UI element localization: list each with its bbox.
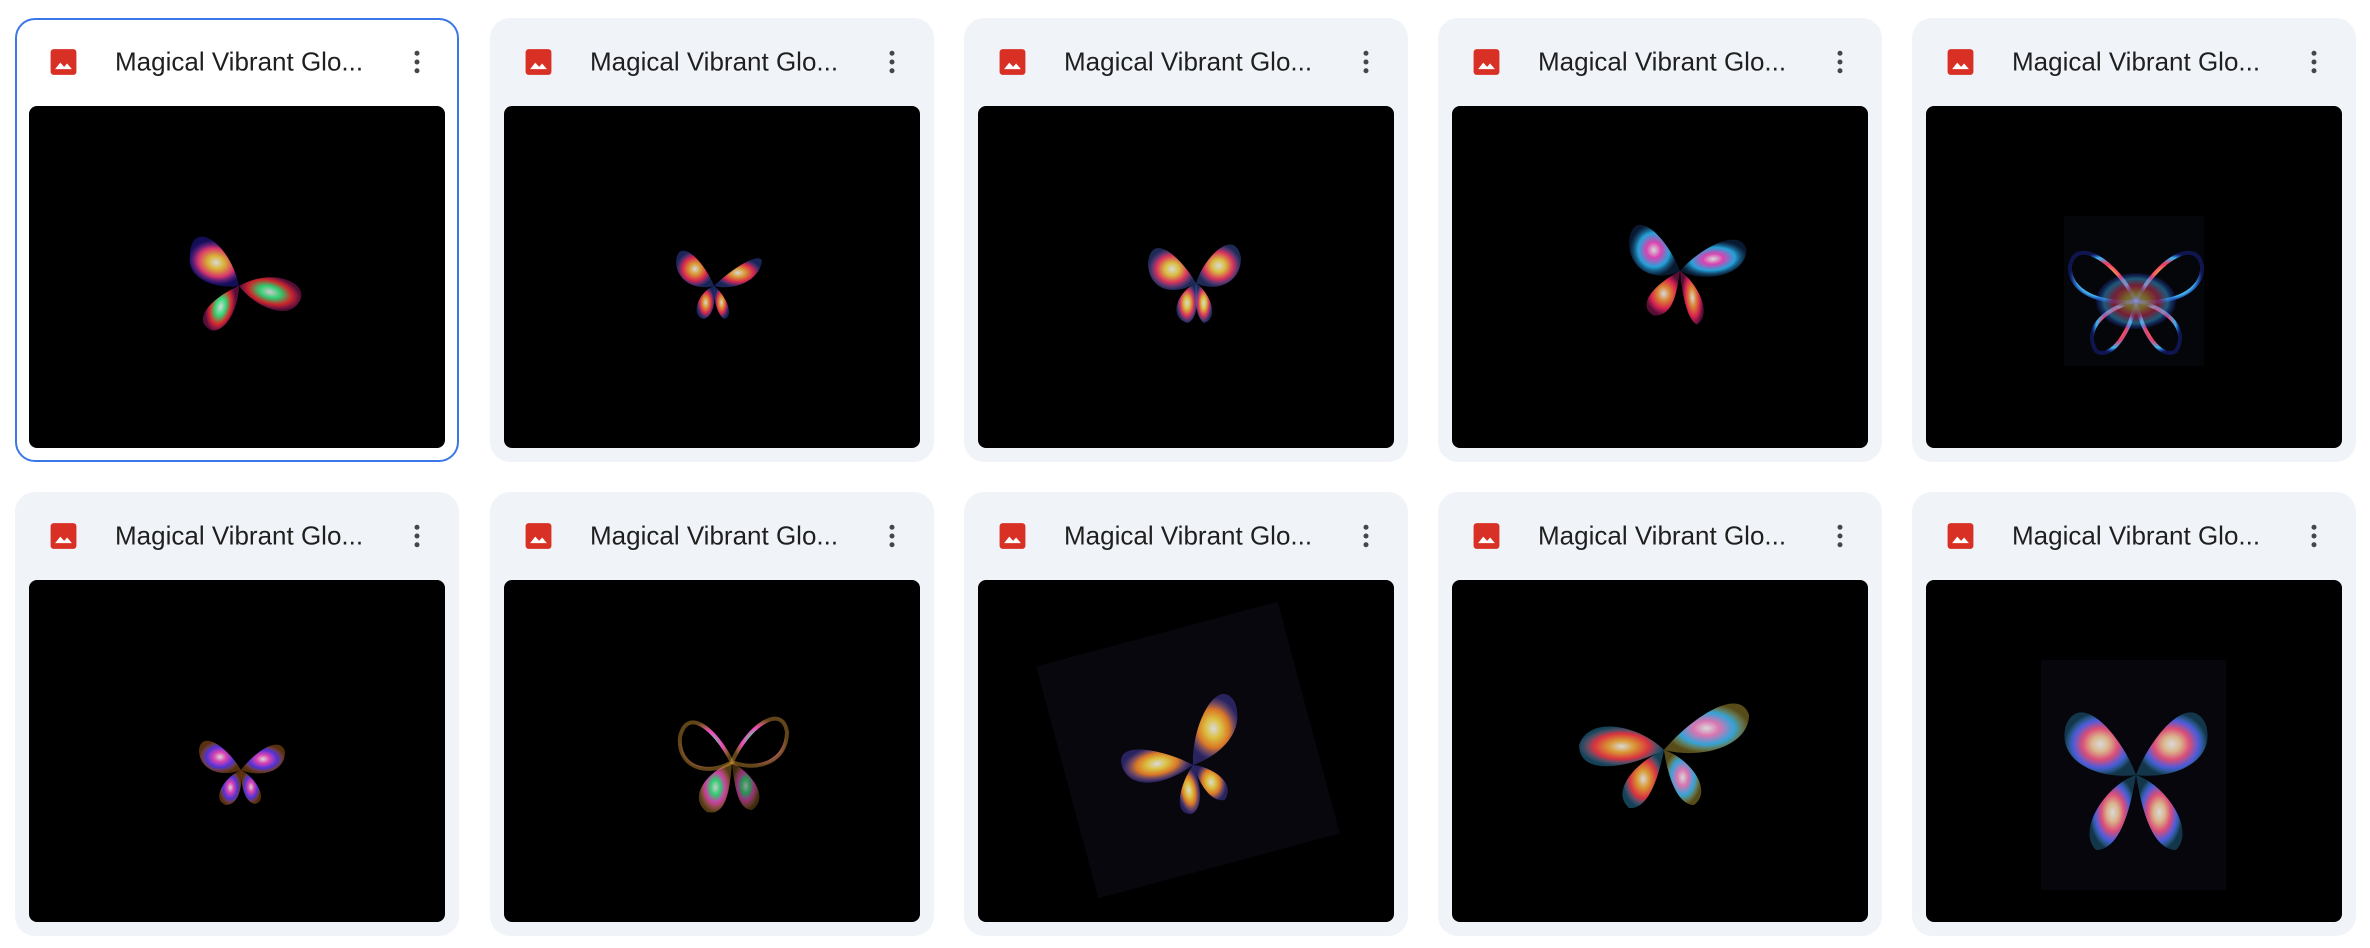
card-header: Magical Vibrant Glo... xyxy=(490,18,934,106)
card-header: Magical Vibrant Glo... xyxy=(1438,492,1882,580)
more-vert-icon[interactable] xyxy=(397,516,437,556)
more-vert-icon[interactable] xyxy=(872,516,912,556)
file-card[interactable]: Magical Vibrant Glo... xyxy=(964,492,1408,936)
image-thumbnail[interactable] xyxy=(978,580,1394,922)
card-header: Magical Vibrant Glo... xyxy=(964,18,1408,106)
image-thumbnail[interactable] xyxy=(1926,580,2342,922)
file-title[interactable]: Magical Vibrant Glo... xyxy=(1538,47,1798,78)
butterfly-image xyxy=(1579,703,1749,809)
file-card[interactable]: Magical Vibrant Glo... xyxy=(15,492,459,936)
image-file-icon xyxy=(523,47,554,78)
card-header: Magical Vibrant Glo... xyxy=(17,20,457,108)
file-title[interactable]: Magical Vibrant Glo... xyxy=(1064,47,1324,78)
file-card[interactable]: Magical Vibrant Glo... xyxy=(15,18,459,462)
butterfly-image xyxy=(199,740,285,805)
file-card[interactable]: Magical Vibrant Glo... xyxy=(490,492,934,936)
image-thumbnail[interactable] xyxy=(29,580,445,922)
more-vert-icon[interactable] xyxy=(1346,516,1386,556)
file-grid: Magical Vibrant Glo... Magical Vibrant G… xyxy=(0,0,2370,948)
file-card[interactable]: Magical Vibrant Glo... xyxy=(1438,18,1882,462)
more-vert-icon[interactable] xyxy=(1346,42,1386,82)
file-title[interactable]: Magical Vibrant Glo... xyxy=(2012,521,2272,552)
image-file-icon xyxy=(1945,47,1976,78)
file-card[interactable]: Magical Vibrant Glo... xyxy=(1438,492,1882,936)
image-file-icon xyxy=(1945,521,1976,552)
card-header: Magical Vibrant Glo... xyxy=(15,492,459,580)
image-thumbnail[interactable] xyxy=(1452,106,1868,448)
butterfly-image xyxy=(1148,244,1241,323)
file-title[interactable]: Magical Vibrant Glo... xyxy=(1538,521,1798,552)
image-file-icon xyxy=(48,521,79,552)
image-file-icon xyxy=(1471,47,1502,78)
card-header: Magical Vibrant Glo... xyxy=(490,492,934,580)
image-file-icon xyxy=(997,521,1028,552)
image-file-icon xyxy=(523,521,554,552)
image-thumbnail[interactable] xyxy=(1926,106,2342,448)
file-title[interactable]: Magical Vibrant Glo... xyxy=(1064,521,1324,552)
file-card[interactable]: Magical Vibrant Glo... xyxy=(1912,492,2356,936)
butterfly-image xyxy=(2041,660,2226,890)
file-card[interactable]: Magical Vibrant Glo... xyxy=(964,18,1408,462)
image-thumbnail[interactable] xyxy=(978,106,1394,448)
image-file-icon xyxy=(48,47,79,78)
image-file-icon xyxy=(997,47,1028,78)
card-header: Magical Vibrant Glo... xyxy=(964,492,1408,580)
file-card[interactable]: Magical Vibrant Glo... xyxy=(1912,18,2356,462)
butterfly-image xyxy=(1629,225,1747,325)
file-card[interactable]: Magical Vibrant Glo... xyxy=(490,18,934,462)
file-title[interactable]: Magical Vibrant Glo... xyxy=(590,47,850,78)
more-vert-icon[interactable] xyxy=(1820,516,1860,556)
more-vert-icon[interactable] xyxy=(872,42,912,82)
image-thumbnail[interactable] xyxy=(504,106,920,448)
butterfly-image xyxy=(189,236,302,331)
image-thumbnail[interactable] xyxy=(29,106,445,448)
image-file-icon xyxy=(1471,521,1502,552)
image-thumbnail[interactable] xyxy=(504,580,920,922)
card-header: Magical Vibrant Glo... xyxy=(1912,18,2356,106)
butterfly-image xyxy=(677,716,790,813)
butterfly-image xyxy=(2064,216,2205,366)
card-header: Magical Vibrant Glo... xyxy=(1912,492,2356,580)
image-thumbnail[interactable] xyxy=(1452,580,1868,922)
file-title[interactable]: Magical Vibrant Glo... xyxy=(115,521,375,552)
butterfly-image xyxy=(1036,601,1340,899)
card-header: Magical Vibrant Glo... xyxy=(1438,18,1882,106)
more-vert-icon[interactable] xyxy=(2294,42,2334,82)
butterfly-image xyxy=(676,250,762,319)
more-vert-icon[interactable] xyxy=(1820,42,1860,82)
file-title[interactable]: Magical Vibrant Glo... xyxy=(2012,47,2272,78)
file-title[interactable]: Magical Vibrant Glo... xyxy=(115,47,375,78)
more-vert-icon[interactable] xyxy=(397,42,437,82)
more-vert-icon[interactable] xyxy=(2294,516,2334,556)
file-title[interactable]: Magical Vibrant Glo... xyxy=(590,521,850,552)
